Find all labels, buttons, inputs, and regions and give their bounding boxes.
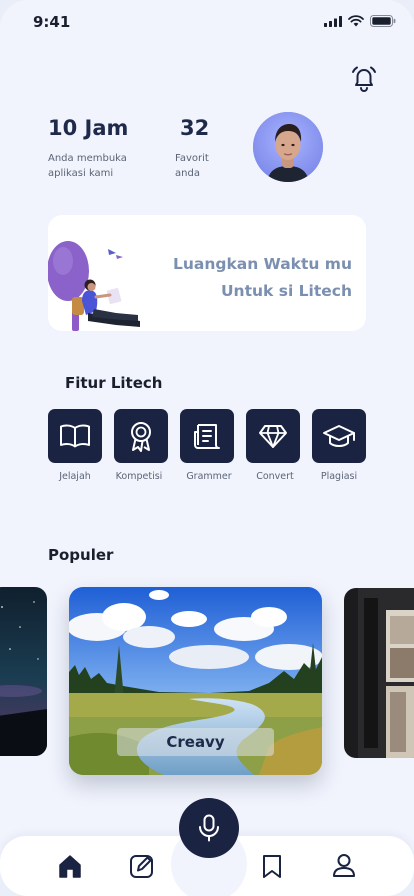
book-icon [60,424,90,448]
nav-home[interactable] [56,852,84,880]
popular-card-interior[interactable] [344,588,414,758]
graduation-cap-icon [323,425,355,447]
feature-label-kompetisi: Kompetisi [115,471,163,482]
home-icon [59,854,81,878]
features-title: Fitur Litech [65,374,163,392]
signal-icon [324,15,342,27]
microphone-button[interactable] [179,798,239,858]
feature-label-convert: Convert [256,471,294,482]
battery-icon [370,15,396,27]
diamond-icon [259,425,287,448]
notification-bell-icon[interactable] [350,64,378,94]
wifi-icon [348,15,364,27]
microphone-icon [199,814,219,842]
banner-line-1: Luangkan Waktu mu [172,255,352,273]
user-icon [333,854,355,877]
feature-label-plagiasi: Plagiasi [320,471,358,482]
popular-card-creavy[interactable]: Creavy [69,587,322,775]
nav-bookmark[interactable] [258,852,286,880]
feature-label-grammer: Grammer [186,471,232,482]
hours-stat-value: 10 Jam [48,116,129,140]
banner-line-2: Untuk si Litech [220,282,352,300]
status-icons [324,15,396,27]
bookmark-icon [263,855,281,878]
newspaper-icon [194,424,220,449]
feature-grammer-button[interactable] [180,409,234,463]
favorites-stat-label: Favorit anda [175,153,209,179]
status-time: 9:41 [33,13,71,31]
nav-profile[interactable] [330,852,358,880]
feature-convert-button[interactable] [246,409,300,463]
app-screen: 9:41 10 Jam Anda membuka aplikasi kami 3… [0,0,414,896]
feature-jelajah-button[interactable] [48,409,102,463]
feature-label-jelajah: Jelajah [59,471,91,482]
edit-icon [130,855,153,878]
promo-banner[interactable]: Luangkan Waktu mu Untuk si Litech [48,215,366,331]
feature-kompetisi-button[interactable] [114,409,168,463]
reading-person-illustration [48,241,140,331]
banner-text: Luangkan Waktu mu Untuk si Litech [173,251,352,305]
avatar[interactable] [253,112,323,182]
featured-card-label: Creavy [117,728,274,756]
feature-plagiasi-button[interactable] [312,409,366,463]
favorites-stat-value: 32 [180,116,210,140]
hours-stat-label: Anda membuka aplikasi kami [48,153,127,179]
award-icon [131,422,151,452]
nav-edit[interactable] [128,852,156,880]
popular-title: Populer [48,546,114,564]
popular-card-night-sky[interactable] [0,587,47,756]
